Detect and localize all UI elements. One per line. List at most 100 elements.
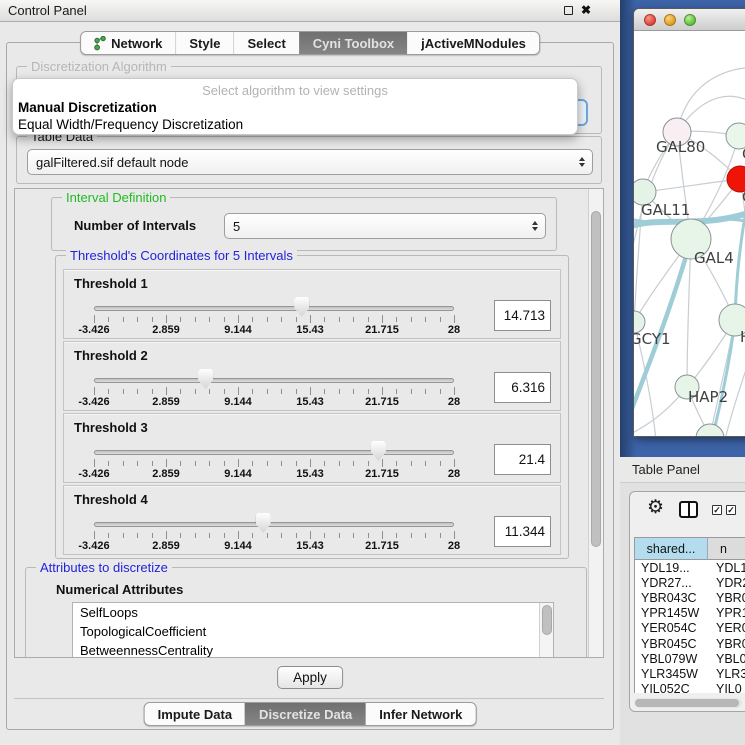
menu-item-manual-discretization[interactable]: Manual Discretization xyxy=(18,100,157,115)
window-zoom-icon[interactable] xyxy=(684,14,696,26)
menu-item-equal-width-frequency-discretization[interactable]: Equal Width/Frequency Discretization xyxy=(18,117,243,132)
network-icon xyxy=(94,36,106,51)
threshold-value-box[interactable]: 6.316 xyxy=(494,372,551,403)
threshold-value-box[interactable]: 14.713 xyxy=(494,300,551,331)
table-row[interactable]: YER054CYER0 xyxy=(635,621,745,636)
slider-track[interactable] xyxy=(94,522,454,527)
close-icon[interactable]: ✖ xyxy=(581,3,591,17)
tick-mark xyxy=(94,315,95,323)
tick-label: 2.859 xyxy=(152,324,180,336)
list-scrollbar[interactable] xyxy=(539,603,553,658)
tick-mark xyxy=(440,533,441,538)
window-close-icon[interactable] xyxy=(644,14,656,26)
tick-mark xyxy=(454,459,455,467)
gear-icon[interactable]: ⚙ xyxy=(647,498,664,517)
table-row[interactable]: YIL052CYIL0 xyxy=(635,682,745,694)
list-item-betweennesscentrality[interactable]: BetweennessCentrality xyxy=(73,641,553,658)
table-horizontal-scrollbar[interactable] xyxy=(634,698,742,708)
tick-mark xyxy=(454,531,455,539)
tick-mark xyxy=(224,461,225,466)
tick-mark xyxy=(411,389,412,394)
checkbox-icon[interactable]: ✓ xyxy=(726,505,736,515)
combo-stepper-icon xyxy=(579,157,585,167)
tab-select[interactable]: Select xyxy=(233,32,298,54)
network-edge[interactable] xyxy=(643,179,740,192)
tick-mark xyxy=(353,317,354,322)
network-edge[interactable] xyxy=(724,332,745,436)
threshold-slider[interactable]: -3.4262.8599.14415.4321.71528 xyxy=(94,414,454,484)
table-row[interactable]: YBR043CYBR0 xyxy=(635,590,745,605)
tab-network[interactable]: Network xyxy=(81,32,175,54)
table-cell: YDL19... xyxy=(635,561,708,575)
float-window-icon[interactable] xyxy=(564,6,573,15)
tick-mark xyxy=(238,459,239,467)
tick-mark xyxy=(353,389,354,394)
node-table: shared...n YDL19...YDL1YDR27...YDR2YBR04… xyxy=(634,537,745,693)
table-row[interactable]: YBR045CYBR0 xyxy=(635,636,745,651)
tick-mark xyxy=(166,315,167,323)
tab-cyni-toolbox[interactable]: Cyni Toolbox xyxy=(299,32,407,54)
panel-divider xyxy=(14,698,604,699)
list-scrollbar-thumb[interactable] xyxy=(542,605,552,635)
network-node[interactable] xyxy=(696,424,724,436)
slider-thumb-icon[interactable] xyxy=(371,441,386,461)
slider-track[interactable] xyxy=(94,306,454,311)
tick-mark xyxy=(368,389,369,394)
slider-thumb-icon[interactable] xyxy=(256,513,271,533)
settings-scrollbar[interactable] xyxy=(588,189,603,657)
tick-mark xyxy=(368,533,369,538)
table-row[interactable]: YDR27...YDR2 xyxy=(635,575,745,590)
tick-mark xyxy=(396,533,397,538)
network-window: GAL80GACGAL11GAL4GCY1HHAP2 xyxy=(633,8,745,437)
tab-impute-data[interactable]: Impute Data xyxy=(145,703,245,725)
tick-label: 28 xyxy=(448,396,460,408)
table-row[interactable]: YDL19...YDL1 xyxy=(635,560,745,575)
settings-scrollbar-thumb[interactable] xyxy=(591,211,601,547)
tab-infer-network[interactable]: Infer Network xyxy=(365,703,475,725)
tab-jactivemnodules[interactable]: jActiveMNodules xyxy=(407,32,539,54)
tick-mark xyxy=(411,533,412,538)
column-header-1[interactable]: shared... xyxy=(635,538,708,560)
checkbox-icon[interactable]: ✓ xyxy=(712,505,722,515)
table-row[interactable]: YBL079WYBL0 xyxy=(635,651,745,666)
number-of-intervals-combobox[interactable]: 5 xyxy=(224,213,546,239)
split-columns-icon[interactable] xyxy=(679,501,698,518)
network-canvas[interactable]: GAL80GACGAL11GAL4GCY1HHAP2 xyxy=(634,32,745,436)
tick-mark xyxy=(94,531,95,539)
threshold-value-box[interactable]: 11.344 xyxy=(494,516,551,547)
tick-mark xyxy=(123,461,124,466)
tick-label: -3.426 xyxy=(78,324,109,336)
tick-label: 15.43 xyxy=(296,324,324,336)
threshold-slider[interactable]: -3.4262.8599.14415.4321.71528 xyxy=(94,342,454,412)
tab-style[interactable]: Style xyxy=(175,32,233,54)
tick-mark xyxy=(296,389,297,394)
window-minimize-icon[interactable] xyxy=(664,14,676,26)
tab-discretize-data[interactable]: Discretize Data xyxy=(245,703,365,725)
list-item-topologicalcoefficient[interactable]: TopologicalCoefficient xyxy=(73,622,553,641)
table-row[interactable]: YLR345WYLR3 xyxy=(635,666,745,681)
threshold-slider[interactable]: -3.4262.8599.14415.4321.71528 xyxy=(94,270,454,340)
list-item-selfloops[interactable]: SelfLoops xyxy=(73,603,553,622)
table-scrollbar-thumb[interactable] xyxy=(635,699,739,707)
apply-button[interactable]: Apply xyxy=(277,666,343,689)
node-label: GAL80 xyxy=(656,138,705,156)
tick-mark xyxy=(339,461,340,466)
slider-thumb-icon[interactable] xyxy=(198,369,213,389)
threshold-panel: Threshold 4-3.4262.8599.14415.4321.71528… xyxy=(63,485,561,555)
tick-label: 15.43 xyxy=(296,540,324,552)
column-header-2[interactable]: n xyxy=(708,538,745,560)
slider-track[interactable] xyxy=(94,378,454,383)
tick-label: -3.426 xyxy=(78,396,109,408)
table-data-value: galFiltered.sif default node xyxy=(36,155,188,170)
slider-thumb-icon[interactable] xyxy=(294,297,309,317)
slider-track[interactable] xyxy=(94,450,454,455)
table-data-combobox[interactable]: galFiltered.sif default node xyxy=(27,149,593,175)
network-edge[interactable] xyxy=(687,239,691,387)
threshold-slider[interactable]: -3.4262.8599.14415.4321.71528 xyxy=(94,486,454,556)
threshold-value-box[interactable]: 21.4 xyxy=(494,444,551,475)
node-label: GAL11 xyxy=(641,201,690,219)
thresholds-group: Threshold's Coordinates for 5 Intervals … xyxy=(55,255,569,559)
tick-mark xyxy=(209,533,210,538)
table-row[interactable]: YPR145WYPR1 xyxy=(635,606,745,621)
tick-mark xyxy=(296,317,297,322)
